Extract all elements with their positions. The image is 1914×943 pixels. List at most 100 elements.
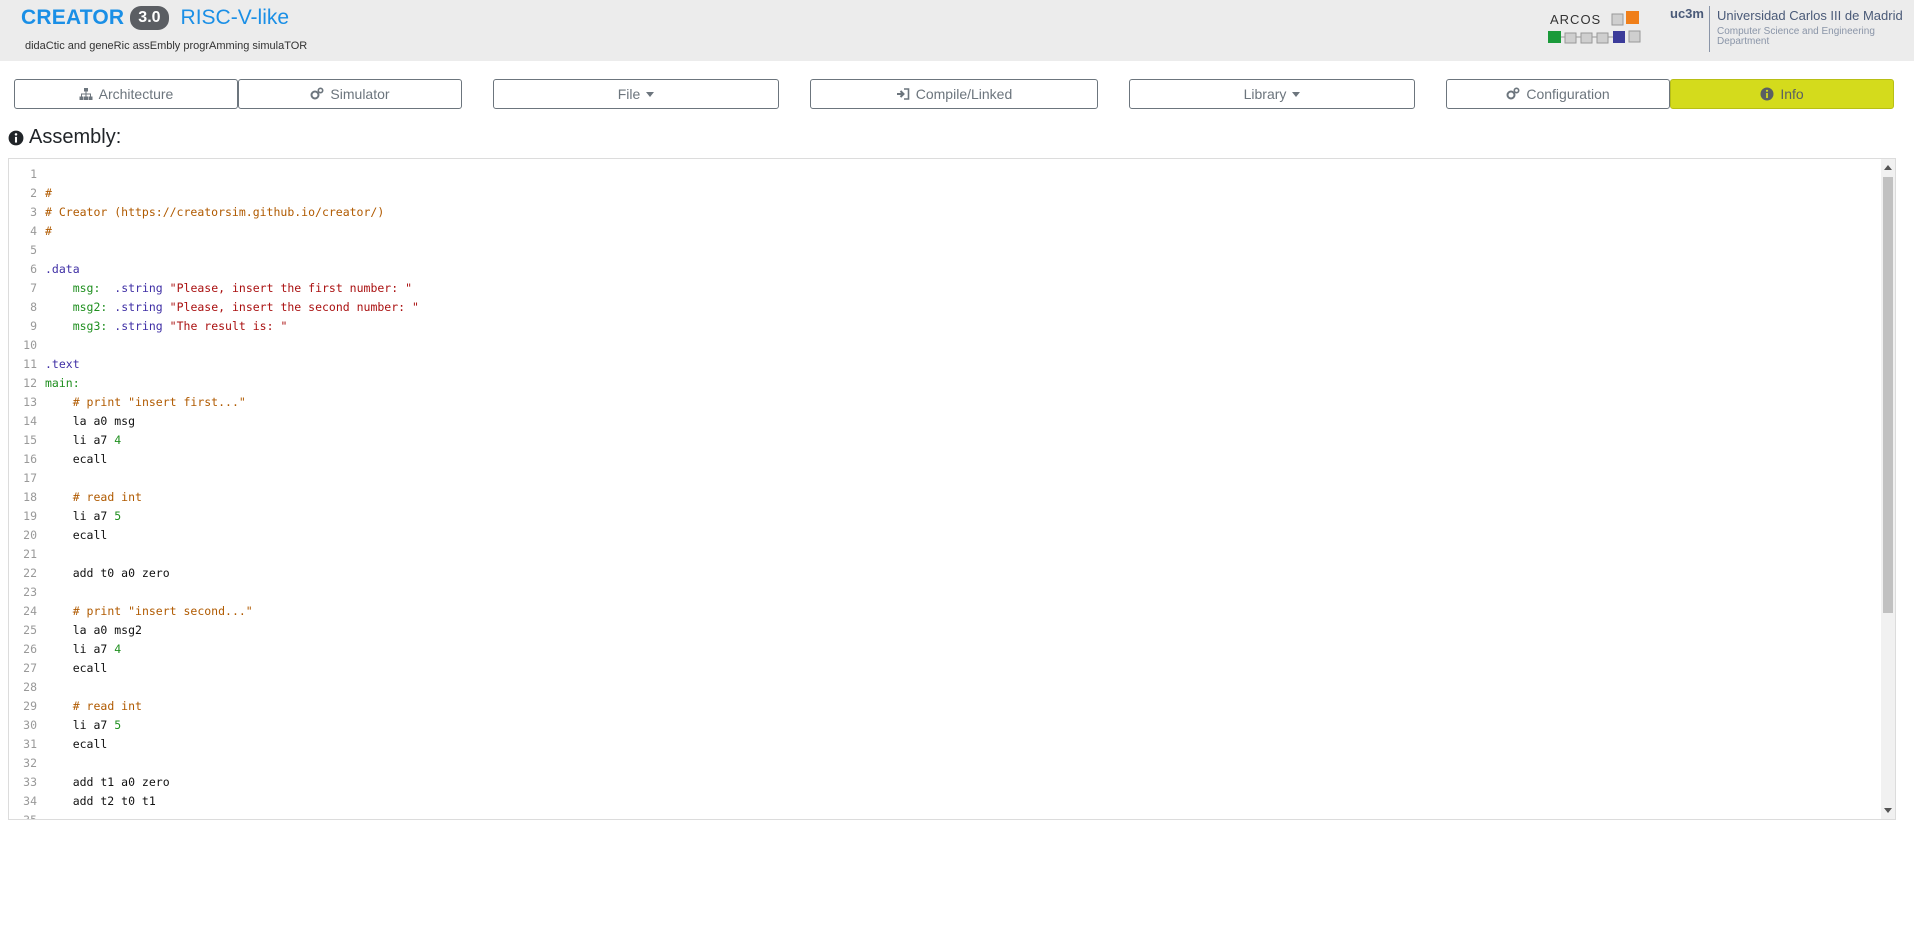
code-line[interactable]: 21 [23,545,1875,564]
code-token: "Please, insert the first number: " [169,281,412,295]
line-number: 8 [30,300,37,314]
code-line[interactable]: 27 ecall [23,659,1875,678]
code-area[interactable]: 1 2 #3 # Creator (https://creatorsim.github… [23,165,1875,819]
line-number: 12 [23,376,37,390]
cogs-icon [1506,87,1520,100]
code-line[interactable]: 34 add t2 t0 t1 [23,792,1875,811]
sitemap-icon [79,88,93,100]
info-button[interactable]: Info [1670,79,1894,109]
code-token: 4 [114,642,122,656]
code-line[interactable]: 26 li a7 4 [23,640,1875,659]
code-line[interactable]: 20 ecall [23,526,1875,545]
scroll-up-icon[interactable] [1884,165,1892,170]
architecture-name[interactable]: RISC-V-like [181,6,290,30]
code-token: "The result is: " [169,319,288,333]
code-line[interactable]: 17 [23,469,1875,488]
info-circle-icon[interactable] [8,130,24,146]
code-token: add t0 a0 zero [45,566,170,580]
code-token: li a7 [45,642,115,656]
line-number: 31 [23,737,37,751]
code-token: # Creator (https://creatorsim.github.io/… [45,205,385,219]
code-line[interactable]: 1 [30,165,1875,184]
code-line[interactable]: 32 [23,754,1875,773]
code-line[interactable]: 10 [23,336,1875,355]
code-line[interactable]: 12 main: [23,374,1875,393]
file-menu-button[interactable]: File [493,79,779,109]
code-token: 4 [114,433,122,447]
code-token: "Please, insert the second number: " [169,300,419,314]
code-line[interactable]: 25 la a0 msg2 [23,621,1875,640]
code-line[interactable]: 30 li a7 5 [23,716,1875,735]
line-number: 11 [23,357,37,371]
code-token: ecall [45,737,108,751]
code-line[interactable]: 28 [23,678,1875,697]
code-line[interactable]: 9 msg3: .string "The result is: " [30,317,1875,336]
assembly-code-editor[interactable]: 1 2 #3 # Creator (https://creatorsim.github… [8,158,1896,820]
library-menu-button[interactable]: Library [1129,79,1415,109]
code-line[interactable]: 4 # [30,222,1875,241]
scroll-down-icon[interactable] [1884,808,1892,813]
scrollbar-thumb[interactable] [1883,177,1893,613]
version-badge: 3.0 [130,6,169,30]
code-line[interactable]: 11 .text [23,355,1875,374]
code-token: 5 [114,718,122,732]
line-number: 5 [30,243,37,257]
line-number: 9 [30,319,37,333]
department-name: Computer Science and Engineering Departm… [1717,26,1875,47]
code-token: add t2 t0 t1 [45,794,156,808]
code-token: msg3: [72,319,108,333]
editor-scrollbar[interactable] [1881,159,1895,819]
simulator-button[interactable]: Simulator [238,79,462,109]
line-number: 33 [23,775,37,789]
code-line[interactable]: 7 msg: .string "Please, insert the first… [30,279,1875,298]
architecture-button[interactable]: Architecture [14,79,238,109]
code-line[interactable]: 33 add t1 a0 zero [23,773,1875,792]
code-line[interactable]: 3 # Creator (https://creatorsim.github.io… [30,203,1875,222]
app-header: CREATOR 3.0 RISC-V-like didaCtic and gen… [0,0,1914,61]
code-token: # print "insert first..." [72,395,246,409]
caret-down-icon [1292,91,1301,97]
code-line[interactable]: 19 li a7 5 [23,507,1875,526]
code-token: la a0 msg [45,414,136,428]
code-token: .data [45,262,80,276]
code-line[interactable]: 22 add t0 a0 zero [23,564,1875,583]
line-number: 14 [23,414,37,428]
code-line[interactable]: 18 # read int [23,488,1875,507]
info-circle-icon [1760,87,1774,101]
code-line[interactable]: 2 # [30,184,1875,203]
code-token: # print "insert second..." [72,604,253,618]
code-line[interactable]: 35 [23,811,1875,819]
code-line[interactable]: 14 la a0 msg [23,412,1875,431]
code-token: .string [114,319,163,333]
code-token: .string [114,300,163,314]
code-line[interactable]: 31 ecall [23,735,1875,754]
code-line[interactable]: 24 # print "insert second..." [23,602,1875,621]
code-line[interactable]: 29 # read int [23,697,1875,716]
compile-button[interactable]: Compile/Linked [810,79,1098,109]
code-line[interactable]: 23 [23,583,1875,602]
code-line[interactable]: 15 li a7 4 [23,431,1875,450]
line-number: 18 [23,490,37,504]
code-line[interactable]: 13 # print "insert first..." [23,393,1875,412]
code-token: li a7 [45,509,115,523]
code-line[interactable]: 16 ecall [23,450,1875,469]
configuration-button[interactable]: Configuration [1446,79,1670,109]
code-line[interactable]: 6 .data [30,260,1875,279]
code-token: main: [45,376,80,390]
line-number: 15 [23,433,37,447]
uc3m-logo[interactable]: uc3m [1670,6,1704,21]
arcos-logo[interactable]: ARCOS [1545,9,1645,45]
code-line[interactable]: 8 msg2: .string "Please, insert the seco… [30,298,1875,317]
code-token: li a7 [45,433,115,447]
line-number: 6 [30,262,37,276]
line-number: 34 [23,794,37,808]
code-line[interactable]: 5 [30,241,1875,260]
